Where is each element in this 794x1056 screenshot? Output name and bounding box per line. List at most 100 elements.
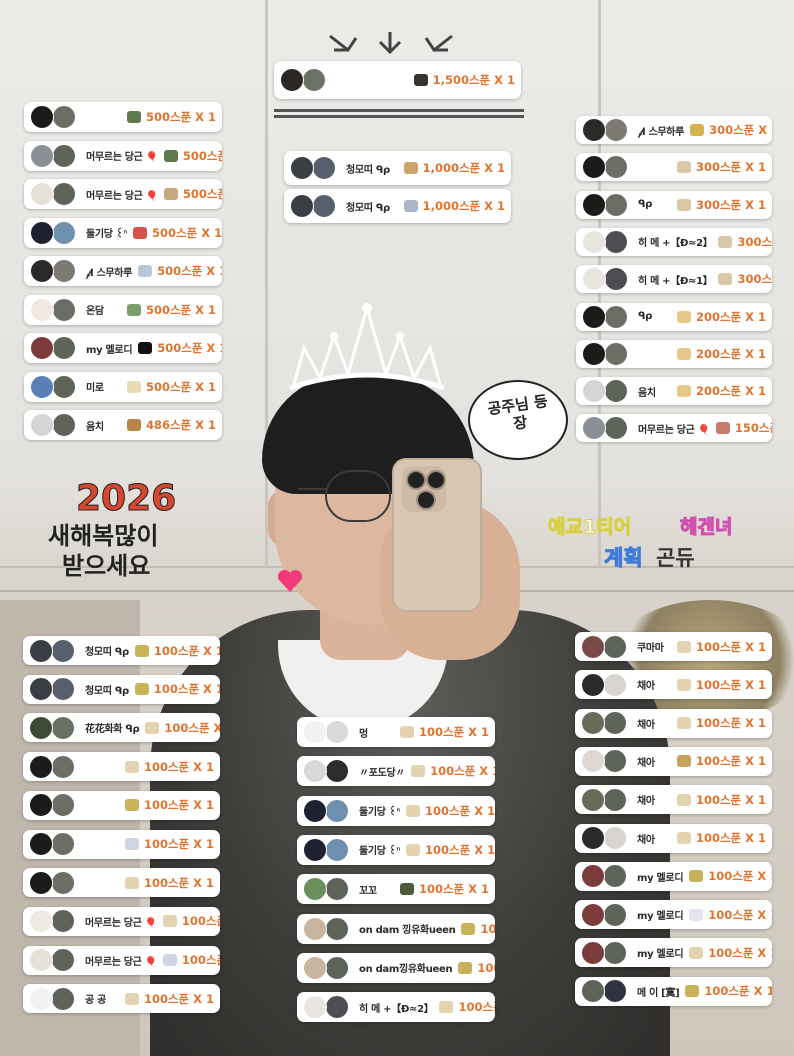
avatar-pair (581, 940, 629, 965)
gift-icon (690, 124, 705, 136)
avatar (303, 877, 327, 902)
donor-nickname: on dam낑유화ueen (359, 964, 453, 976)
avatar (325, 916, 349, 941)
avatar (52, 259, 76, 283)
avatar (303, 955, 327, 980)
avatar-pair (29, 677, 77, 702)
avatar (29, 986, 53, 1011)
avatar-pair (582, 304, 630, 329)
avatar-pair (290, 194, 338, 218)
avatar-pair (29, 715, 77, 740)
avatar (29, 948, 53, 973)
avatar-pair (581, 787, 629, 812)
avatar-pair (29, 909, 77, 934)
avatar-pair (582, 229, 630, 254)
gift-icon (676, 198, 691, 211)
donor-nickname: my 멜로디 (637, 949, 684, 961)
avatar-pair (581, 672, 629, 697)
avatar (581, 864, 605, 889)
avatar (604, 192, 628, 217)
avatar-pair (29, 638, 77, 663)
avatar (325, 955, 349, 980)
spoon-amount: 100스푼 X 1 (708, 945, 772, 960)
underline-decoration (274, 115, 524, 118)
cabinet-seam (265, 0, 268, 566)
gift-icon (715, 422, 730, 435)
avatar (51, 832, 75, 856)
donor-nickname: 채아 (637, 796, 655, 808)
gift-icon (689, 946, 704, 959)
donation-card: 청모띠 ᑫρ 1,000스푼 X 1 (284, 189, 511, 223)
avatar (51, 909, 75, 934)
avatar (325, 995, 349, 1020)
donor-nickname: 청모띠 ᑫρ (85, 685, 129, 697)
donor-nickname: 둘기당 ꒰ᐢ (359, 807, 401, 819)
spoon-amount: 100스푼 X 1 (143, 875, 214, 890)
donor-nickname: on dam 낑유화ueen (359, 925, 456, 936)
donation-card: 채아 100스푼 X 1 (575, 708, 772, 738)
donation-card: 100스푼 X 1 (23, 868, 220, 898)
donation-card: 花花화화 ᑫρ 100스푼 X 1 (23, 713, 220, 743)
avatar-pair (303, 916, 351, 941)
gift-icon (676, 717, 691, 730)
gift-icon (406, 843, 421, 856)
spoon-amount: 100스푼 X 1 (458, 1000, 495, 1015)
avatar (51, 638, 75, 663)
donation-card: 300스푼 X 1 (576, 153, 772, 182)
avatar (303, 798, 327, 823)
donor-nickname: 머무르는 당근 🎈 (85, 956, 157, 968)
spoon-amount: 100스푼 X 1 (695, 677, 766, 692)
donation-card: 청모띠 ᑫρ 100스푼 X 1 (23, 636, 220, 665)
spoon-amount: 100스푼 X 1 (425, 842, 495, 857)
avatar (290, 194, 314, 218)
spoon-amount: 100스푼 X 1 (143, 759, 214, 774)
avatar (582, 118, 606, 142)
gift-icon (406, 804, 421, 817)
gift-icon (124, 799, 139, 812)
avatar-pair (30, 220, 78, 245)
avatar (303, 720, 327, 744)
gift-icon (439, 1001, 454, 1014)
avatar-pair (582, 155, 630, 180)
avatar-pair (29, 986, 77, 1011)
glasses-bridge (298, 488, 328, 490)
donation-card: 꼬꼬 100스푼 X 1 (297, 874, 495, 905)
spoon-amount: 100스푼 X 1 (704, 984, 772, 999)
avatar-pair (303, 877, 351, 902)
avatar (582, 267, 606, 292)
donation-card: 100스푼 X 1 (23, 752, 220, 782)
gift-icon (718, 273, 733, 286)
donation-card: 히 메 +【Ð≈2】 300스푼 X 1 (576, 227, 772, 256)
donor-nickname: my 멜로디 (637, 872, 684, 884)
gift-icon (124, 876, 139, 889)
donor-nickname: 청모띠 ᑫρ (346, 202, 390, 214)
donation-card: 100스푼 X 1 (23, 829, 220, 859)
donation-card: 머무르는 당근 🎈 100스푼 X 1 (23, 945, 220, 975)
avatar-pair (29, 870, 77, 895)
gift-icon (458, 961, 473, 974)
donor-nickname: 멍 (359, 728, 368, 740)
avatar-pair (30, 413, 78, 437)
avatar (604, 304, 628, 329)
avatar (52, 105, 76, 129)
donor-nickname: 머무르는 당근 🎈 (638, 424, 710, 436)
avatar (280, 68, 304, 92)
avatar-pair (303, 995, 351, 1020)
avatar (582, 416, 606, 441)
donation-card: 𝒻i 스무하루 300스푼 X 1 (576, 116, 772, 144)
donation-card: 둘기당 ꒰ᐢ 500스푼 X 1 (24, 217, 222, 248)
gift-icon (685, 985, 700, 998)
camera-lens (426, 470, 446, 490)
spoon-amount: 500스푼 X 1 (152, 225, 222, 240)
avatar (290, 156, 314, 180)
avatar-pair (29, 948, 77, 973)
gift-icon (133, 226, 148, 239)
donation-card: my 멜로디 100스푼 X 1 (575, 900, 772, 930)
gift-icon (676, 640, 691, 653)
avatar (603, 787, 627, 812)
donor-nickname: ᑫρ (638, 199, 652, 211)
avatar (312, 194, 336, 218)
avatar-pair (280, 68, 328, 92)
spoon-amount: 100스푼 X 1 (418, 725, 489, 739)
avatar-pair (581, 711, 629, 736)
